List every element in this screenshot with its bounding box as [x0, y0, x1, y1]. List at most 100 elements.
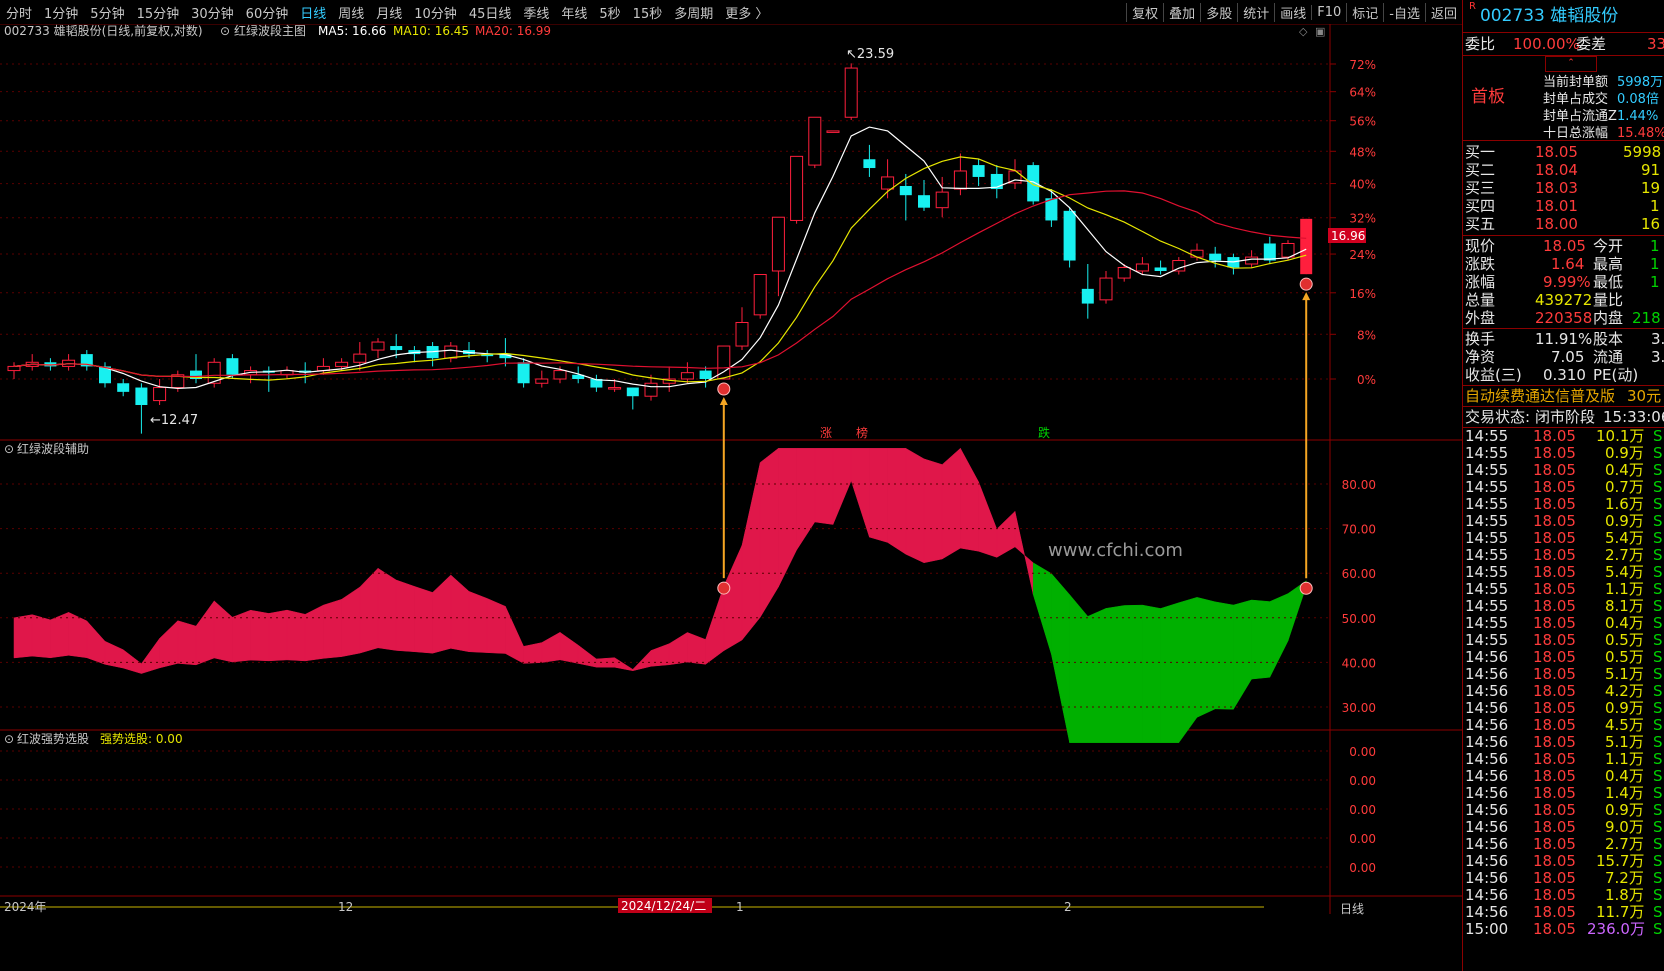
period-tab-8[interactable]: 月线: [370, 3, 408, 22]
bid-row[interactable]: 买三 18.03 19: [1463, 179, 1664, 197]
bid-price: 18.01: [1535, 197, 1578, 215]
candle: [881, 159, 895, 199]
indicator-name[interactable]: 红绿波段主图: [234, 24, 306, 38]
period-tab-1[interactable]: 1分钟: [38, 3, 84, 22]
window-icon[interactable]: ▣: [1315, 25, 1325, 38]
quote-row: 涨跌 1.64 最高 1: [1463, 255, 1664, 273]
event-label-board: 榜: [856, 425, 868, 440]
stats-value-2: 3.: [1651, 348, 1664, 366]
tick-price: 18.05: [1533, 614, 1576, 632]
period-tab-14[interactable]: 15秒: [627, 3, 669, 22]
tick-time: 14:56: [1465, 869, 1509, 887]
bid-row[interactable]: 买二 18.04 91: [1463, 161, 1664, 179]
period-tab-6[interactable]: 日线: [294, 3, 332, 22]
wave-segment: [432, 574, 452, 654]
promo-row[interactable]: 自动续费通达信普及版 30元: [1463, 386, 1664, 406]
period-tab-5[interactable]: 60分钟: [240, 3, 295, 22]
period-tab-15[interactable]: 多周期: [668, 3, 719, 22]
tick-row: 14:56 18.05 4.5万 S: [1463, 717, 1664, 734]
candle: [1099, 270, 1113, 304]
tick-time: 14:55: [1465, 546, 1509, 564]
period-tab-13[interactable]: 5秒: [593, 3, 626, 22]
aux-signal-icon: [717, 581, 731, 595]
tick-price: 18.05: [1533, 427, 1576, 445]
aux-collapse-icon[interactable]: ⊙: [4, 442, 14, 456]
candle: [444, 342, 458, 363]
diamond-icon[interactable]: ◇: [1299, 25, 1308, 38]
promo-price[interactable]: 30元: [1627, 386, 1661, 406]
wave-segment: [723, 545, 743, 652]
wave-segment: [195, 600, 215, 666]
tick-list[interactable]: 14:55 18.05 10.1万 S 14:55 18.05 0.9万 S 14:55 18.0…: [1463, 428, 1664, 938]
promo-text[interactable]: 自动续费通达信普及版: [1465, 386, 1615, 406]
candle: [280, 366, 294, 379]
bid-label: 买一: [1465, 143, 1496, 161]
low-price-label: ←12.47: [150, 413, 198, 428]
high-price-label: ↖23.59: [846, 47, 894, 62]
seal-label: 十日总涨幅: [1543, 126, 1609, 141]
tick-price: 18.05: [1533, 563, 1576, 581]
wave-segment: [905, 447, 925, 564]
tool-button-7[interactable]: -自选: [1383, 2, 1425, 22]
tick-side: S: [1653, 699, 1663, 717]
expand-icon[interactable]: ⌃: [1545, 56, 1597, 72]
wave-segment: [450, 574, 470, 653]
bid-row[interactable]: 买五 18.00 16: [1463, 215, 1664, 233]
wave-segment: [960, 448, 979, 552]
tool-button-2[interactable]: 多股: [1200, 2, 1237, 22]
tool-button-3[interactable]: 统计: [1237, 2, 1274, 22]
tick-row: 14:56 18.05 9.0万 S: [1463, 819, 1664, 836]
period-tab-12[interactable]: 年线: [555, 3, 593, 22]
aux-title[interactable]: 红绿波段辅助: [17, 441, 89, 456]
tool-button-1[interactable]: 叠加: [1163, 2, 1200, 22]
tick-time: 14:56: [1465, 818, 1509, 836]
kline-chart[interactable]: 002733 雄韬股份(日线,前复权,对数) ⊙ 红绿波段主图 MA5: 16.…: [0, 24, 1462, 971]
wave-segment: [614, 657, 634, 672]
tool-button-8[interactable]: 返回: [1424, 2, 1462, 22]
tick-time: 14:55: [1465, 614, 1509, 632]
stats-value: 7.05: [1551, 348, 1585, 366]
tick-volume: 1.1万: [1605, 580, 1644, 598]
quote-row: 总量 439272 量比: [1463, 291, 1664, 309]
tool-button-0[interactable]: 复权: [1126, 2, 1163, 22]
tick-price: 18.05: [1533, 648, 1576, 666]
period-tab-4[interactable]: 30分钟: [185, 3, 240, 22]
candle: [535, 370, 549, 388]
bid-label: 买三: [1465, 179, 1496, 197]
period-tab-16[interactable]: 更多 〉: [719, 3, 774, 22]
wave-segment: [1233, 599, 1252, 711]
period-tab-10[interactable]: 45日线: [463, 3, 518, 22]
wave-segment: [68, 611, 88, 659]
tick-row: 15:00 18.05 236.0万 S: [1463, 921, 1664, 938]
weicha-label: 委差: [1576, 35, 1607, 53]
period-tab-9[interactable]: 10分钟: [408, 3, 463, 22]
buy-signal-icon: [717, 382, 731, 396]
tool-button-5[interactable]: F10: [1311, 4, 1346, 20]
tick-time: 14:55: [1465, 495, 1509, 513]
collapse-icon[interactable]: ⊙: [220, 24, 230, 38]
period-tab-3[interactable]: 15分钟: [131, 3, 186, 22]
third-collapse-icon[interactable]: ⊙: [4, 732, 14, 746]
tick-price: 18.05: [1533, 631, 1576, 649]
third-title[interactable]: 红波强势选股: [17, 731, 89, 746]
tool-button-6[interactable]: 标记: [1346, 2, 1383, 22]
tool-button-4[interactable]: 画线: [1274, 2, 1311, 22]
aux-tick-label: 60.00: [1342, 567, 1376, 581]
period-label[interactable]: 日线: [1340, 902, 1364, 916]
period-tab-2[interactable]: 5分钟: [84, 3, 130, 22]
period-tab-0[interactable]: 分时: [0, 3, 38, 22]
stats-value: 0.310: [1543, 366, 1586, 384]
tick-price: 18.05: [1533, 767, 1576, 785]
tick-volume: 0.9万: [1605, 801, 1644, 819]
tick-time: 14:55: [1465, 580, 1509, 598]
period-tab-11[interactable]: 季线: [517, 3, 555, 22]
bid-row[interactable]: 买一 18.05 5998: [1463, 143, 1664, 161]
candle: [1117, 263, 1131, 282]
bid-row[interactable]: 买四 18.01 1: [1463, 197, 1664, 215]
tick-volume: 0.4万: [1605, 614, 1644, 632]
tick-time: 14:56: [1465, 750, 1509, 768]
tick-side: S: [1653, 750, 1663, 768]
period-tab-7[interactable]: 周线: [332, 3, 370, 22]
third-tick-label: 0.00: [1349, 803, 1376, 817]
tick-volume: 2.7万: [1605, 546, 1644, 564]
